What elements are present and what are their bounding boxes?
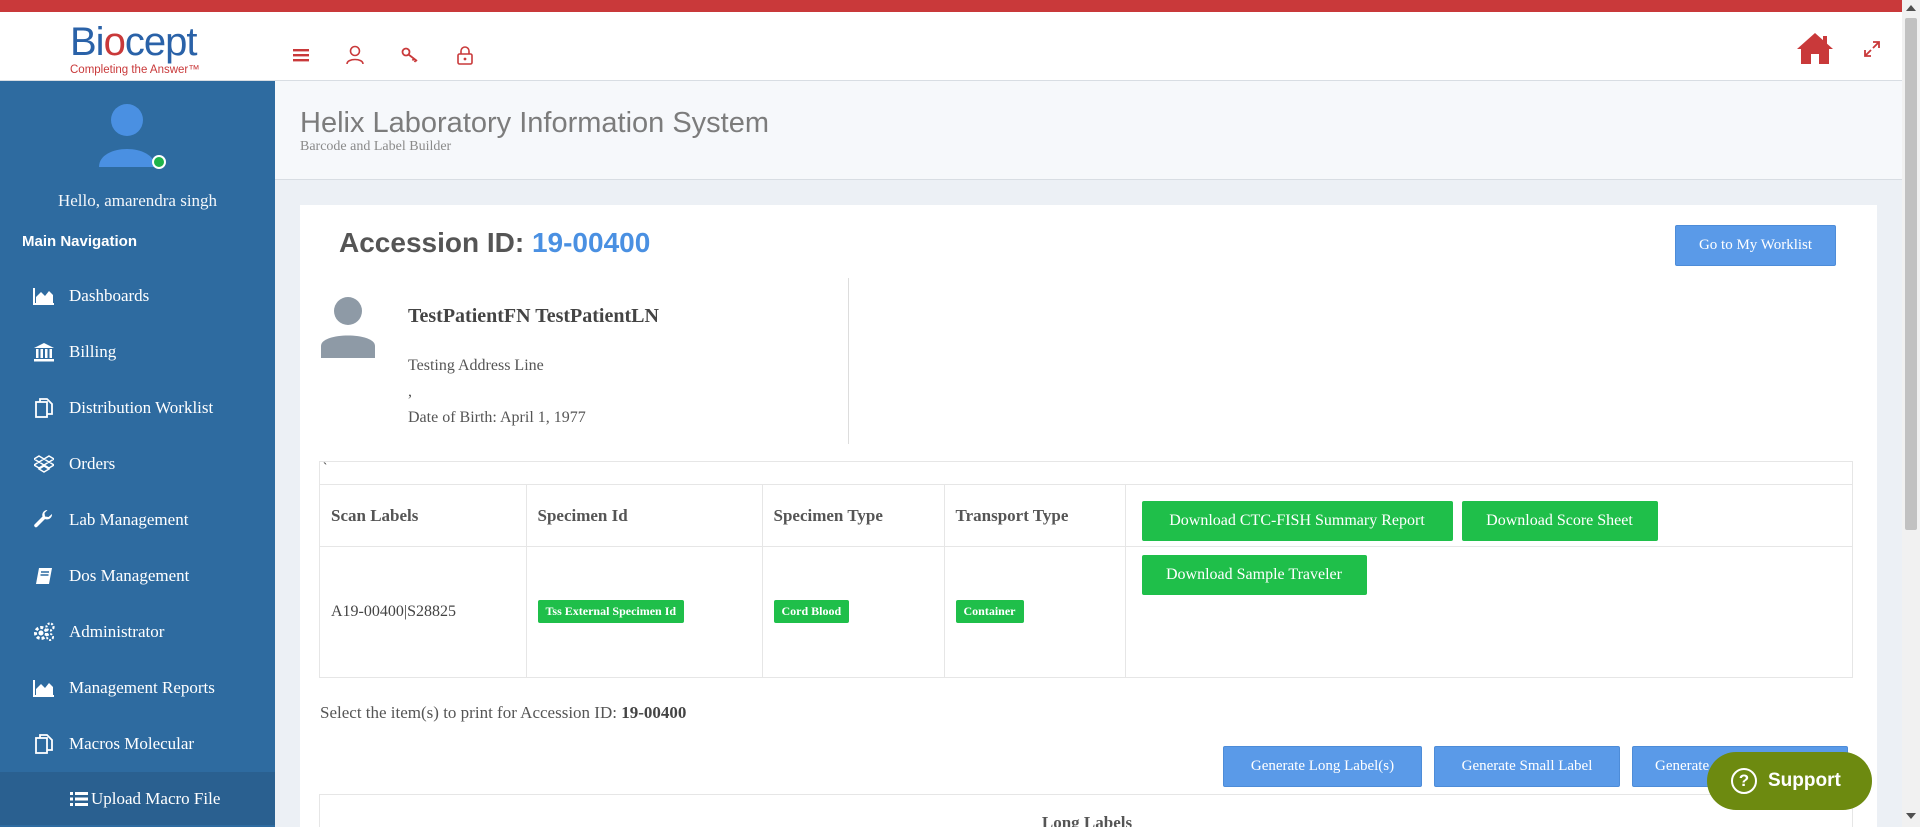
column-header: Scan Labels [320,484,527,547]
wrench-icon [31,509,57,531]
dropbox-icon [31,453,57,475]
sidebar-item-orders[interactable]: Orders [0,439,275,489]
sidebar-item-distribution-worklist[interactable]: Distribution Worklist [0,383,275,433]
biocept-logo[interactable]: Biocept Completing the Answer™ [70,22,220,78]
menu-icon[interactable] [288,42,314,68]
top-accent-bar [0,0,1920,12]
scrollbar-thumb[interactable] [1905,18,1917,530]
sidebar-item-label: Lab Management [69,510,189,529]
page-subtitle: Barcode and Label Builder [300,139,452,154]
lock-icon[interactable] [452,42,478,68]
home-icon[interactable] [1793,28,1837,68]
generate-small-label-button[interactable]: Generate Small Label [1434,746,1620,787]
sidebar-item-billing[interactable]: Billing [0,327,275,377]
sidebar-item-dashboards[interactable]: Dashboards [0,271,275,321]
long-labels-title: Long Labels [1041,813,1133,827]
scroll-up-arrow-icon[interactable] [1906,5,1916,11]
bank-icon [31,341,57,363]
accession-panel: Accession ID: 19-00400 Go to My Worklist… [300,205,1877,827]
divider [848,278,849,444]
main-content: Helix Laboratory Information System Barc… [275,81,1902,827]
cogs-icon [31,621,57,643]
user-greeting: Hello, amarendra singh [57,191,218,210]
scroll-down-arrow-icon[interactable] [1906,813,1916,819]
sidebar-item-lab-management[interactable]: Lab Management [0,495,275,545]
support-label: Support [1768,770,1841,791]
transport-type-cell: Container [944,546,1126,677]
key-icon[interactable] [397,42,423,68]
sidebar-item-label: Dashboards [69,286,150,305]
page-title-bar: Helix Laboratory Information System Barc… [275,81,1902,180]
specimen-table: Scan Labels Specimen Id Specimen Type Tr… [320,484,1852,677]
download-sample-traveler-button[interactable]: Download Sample Traveler [1141,555,1367,595]
accession-heading: Accession ID: 19-00400 [339,227,651,258]
column-header: Specimen Id [526,484,763,547]
specimen-type-cell: Cord Blood [762,546,945,677]
column-header: Transport Type [944,484,1126,547]
vertical-scrollbar[interactable] [1902,0,1920,827]
sidebar-item-label: Orders [69,454,116,473]
area-chart-icon [31,285,57,307]
sidebar-subitem-label: Upload Macro File [91,788,221,808]
actions-cell: Download CTC-FISH Summary Report Downloa… [1125,501,1852,677]
logo-wordmark: Biocept [70,20,197,64]
transport-type-badge: Container [955,600,1024,624]
patient-dob: Date of Birth: April 1, 1977 [408,409,586,426]
sidebar-item-label: Dos Management [69,566,190,585]
support-button[interactable]: ? Support [1707,752,1872,810]
sidebar-item-label: Administrator [69,622,165,641]
top-header: Biocept Completing the Answer™ [0,12,1902,81]
patient-address: Testing Address Line [408,357,544,374]
online-status-dot [152,155,166,169]
specimen-id-badge: Tss External Specimen Id [537,600,685,624]
page-title: Helix Laboratory Information System [300,107,770,139]
sidebar-subitem-upload-macro-file[interactable]: Upload Macro File [0,772,275,825]
list-icon [70,791,88,806]
sidebar-item-management-reports[interactable]: Management Reports [0,663,275,713]
patient-name: TestPatientFN TestPatientLN [408,305,659,327]
help-icon: ? [1731,768,1757,794]
sidebar-item-administrator[interactable]: Administrator [0,607,275,657]
sidebar: Hello, amarendra singh Main Navigation D… [0,81,275,827]
specimen-type-badge: Cord Blood [773,600,850,624]
logo-tagline: Completing the Answer™ [70,64,200,76]
patient-city-line: , [408,383,412,400]
copy-icon [31,397,57,419]
go-to-worklist-button[interactable]: Go to My Worklist [1675,225,1836,266]
print-selection-prompt: Select the item(s) to print for Accessio… [320,703,687,722]
copy-icon [31,733,57,755]
download-score-sheet-button[interactable]: Download Score Sheet [1461,501,1658,541]
print-accession-id: 19-00400 [621,703,687,722]
accession-id-value: 19-00400 [531,227,651,258]
patient-avatar-icon [320,296,376,358]
sidebar-item-dos-management[interactable]: Dos Management [0,551,275,601]
sidebar-item-label: Billing [69,342,117,361]
area-chart-icon [31,677,57,699]
sidebar-item-label: Distribution Worklist [69,398,214,417]
main-navigation-header: Main Navigation [22,233,138,250]
stray-character: ` [323,460,328,475]
sidebar-item-label: Management Reports [69,678,215,697]
generate-long-labels-button[interactable]: Generate Long Label(s) [1223,746,1422,787]
book-icon [31,565,57,587]
sidebar-item-macros-molecular[interactable]: Macros Molecular [0,719,275,769]
scan-label-cell: A19-00400|S28825 [320,546,527,677]
sidebar-item-label: Macros Molecular [69,734,195,753]
expand-icon[interactable] [1859,36,1885,62]
column-header: Specimen Type [762,484,945,547]
user-avatar-icon [97,103,157,167]
user-icon[interactable] [342,42,368,68]
specimen-id-cell: Tss External Specimen Id [526,546,763,677]
table-row: A19-00400|S28825 Tss External Specimen I… [320,501,1852,677]
download-summary-report-button[interactable]: Download CTC-FISH Summary Report [1141,501,1453,541]
long-labels-section: Long Labels [319,794,1853,827]
specimen-table-box: ` Scan Labels Specimen Id Specimen Type … [319,460,1853,678]
